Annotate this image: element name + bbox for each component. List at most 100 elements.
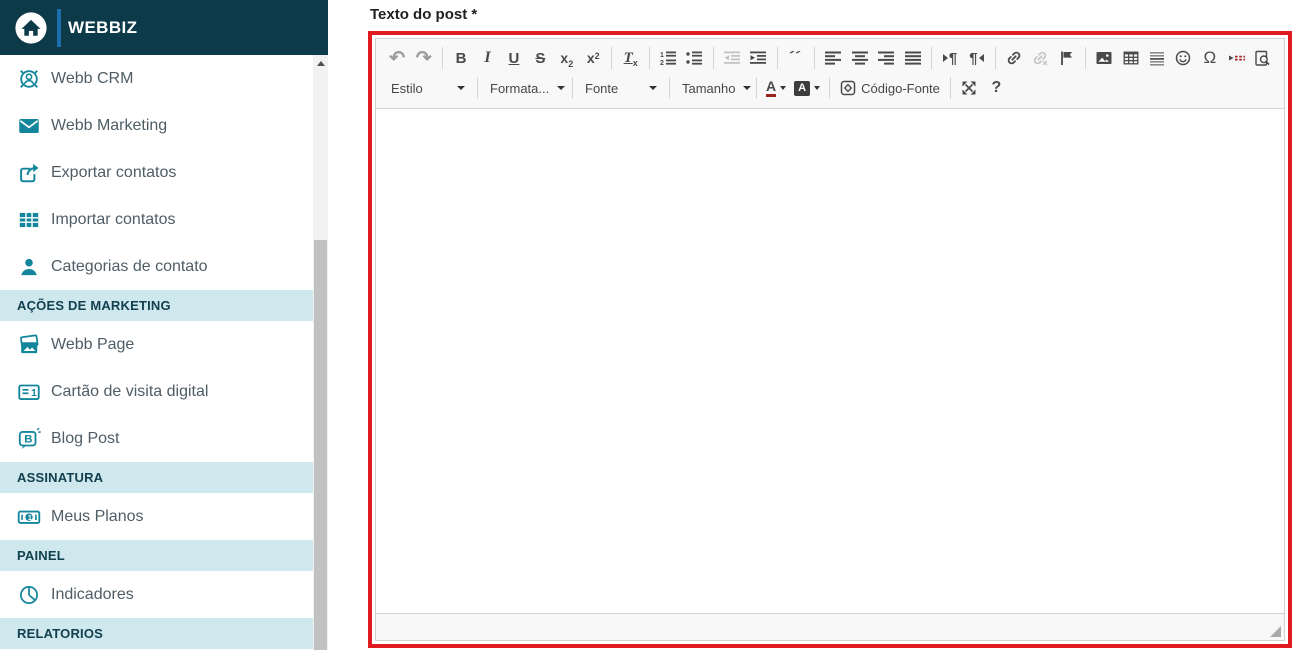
main-content: Texto do post * ↶ ↷ B I U S x2 x2 Tx 1 2… <box>328 0 1293 650</box>
align-right-button[interactable] <box>873 46 899 71</box>
section-label: ASSINATURA <box>17 470 104 485</box>
business-card-icon: 1 <box>18 384 40 400</box>
superscript-icon: x2 <box>586 49 600 66</box>
toolbar-separator <box>669 77 670 99</box>
undo-button[interactable]: ↶ <box>384 46 410 71</box>
horizontal-rule-icon <box>1150 52 1165 66</box>
special-char-icon: Ω <box>1203 48 1217 67</box>
chevron-down-icon <box>814 86 821 90</box>
sidebar-item-importar-contatos[interactable]: Importar contatos <box>0 196 313 243</box>
font-size-dropdown[interactable]: Tamanho <box>675 76 752 100</box>
decrease-indent-button[interactable] <box>719 46 745 71</box>
svg-text:2: 2 <box>660 60 664 66</box>
align-left-button[interactable] <box>820 46 846 71</box>
help-button[interactable]: ? <box>983 76 1010 101</box>
align-center-icon <box>851 51 868 65</box>
toolbar-row-2: Estilo Formata... Fonte Tamanho A A Códi… <box>384 73 1276 103</box>
section-label: PAINEL <box>17 548 65 563</box>
sidebar-item-webb-crm[interactable]: Webb CRM <box>0 55 313 102</box>
editor-content-area[interactable] <box>376 109 1284 613</box>
bulleted-list-button[interactable] <box>681 46 707 71</box>
redo-icon: ↷ <box>415 47 432 69</box>
sidebar-item-label: Importar contatos <box>51 210 176 228</box>
undo-icon: ↶ <box>389 47 406 69</box>
sidebar-item-label: Exportar contatos <box>51 163 177 181</box>
sidebar-item-categorias-de-contato[interactable]: Categorias de contato <box>0 243 313 290</box>
sidebar-item-indicadores[interactable]: Indicadores <box>0 571 313 618</box>
anchor-button[interactable] <box>1054 46 1080 71</box>
sidebar-scrollbar[interactable] <box>313 55 328 650</box>
sidebar-section-acoes-de-marketing: AÇÕES DE MARKETING <box>0 290 313 321</box>
toolbar-separator <box>776 47 778 69</box>
insert-link-button[interactable] <box>1001 46 1027 71</box>
scrollbar-up-arrow-icon[interactable] <box>313 55 328 71</box>
superscript-button[interactable]: x2 <box>580 46 606 71</box>
align-center-button[interactable] <box>846 46 872 71</box>
preview-icon <box>1255 50 1270 66</box>
toolbar-separator <box>648 47 650 69</box>
font-dropdown[interactable]: Fonte <box>578 76 664 100</box>
chevron-down-icon <box>649 86 657 90</box>
subscript-icon: x2 <box>560 49 574 69</box>
insert-smiley-button[interactable] <box>1170 46 1196 71</box>
toolbar-separator <box>611 47 613 69</box>
insert-table-button[interactable] <box>1117 46 1143 71</box>
toolbar-separator <box>441 47 443 69</box>
underline-button[interactable]: U <box>501 46 527 71</box>
blockquote-button[interactable]: ” <box>783 46 809 71</box>
envelope-icon <box>19 118 39 133</box>
sidebar-item-cartao-de-visita-digital[interactable]: 1 Cartão de visita digital <box>0 368 313 415</box>
toolbar-separator <box>829 77 831 99</box>
sidebar-item-blog-post[interactable]: B Blog Post <box>0 415 313 462</box>
page-break-button[interactable] <box>1223 46 1249 71</box>
sidebar-item-meus-planos[interactable]: 1 Meus Planos <box>0 493 313 540</box>
resize-handle[interactable] <box>1270 626 1281 637</box>
sidebar-item-label: Cartão de visita digital <box>51 382 209 400</box>
indent-icon <box>750 51 767 64</box>
source-code-button[interactable]: Código-Fonte <box>835 76 945 101</box>
background-color-button[interactable]: A <box>790 76 824 101</box>
bidi-ltr-icon: ¶ <box>942 50 957 67</box>
bold-button[interactable]: B <box>448 46 474 71</box>
increase-indent-button[interactable] <box>745 46 771 71</box>
sidebar-item-label: Meus Planos <box>51 507 144 525</box>
remove-format-button[interactable]: Tx <box>617 46 643 71</box>
text-color-button[interactable]: A <box>762 76 790 101</box>
source-code-label: Código-Fonte <box>861 80 940 96</box>
image-icon <box>1096 52 1112 64</box>
toolbar-separator <box>1084 47 1086 69</box>
strikethrough-button[interactable]: S <box>527 46 553 71</box>
sidebar-item-webb-marketing[interactable]: Webb Marketing <box>0 102 313 149</box>
scrollbar-thumb[interactable] <box>314 240 327 650</box>
link-icon <box>1007 51 1021 65</box>
subscript-button[interactable]: x2 <box>554 46 580 71</box>
export-arrow-icon <box>20 163 39 182</box>
preview-button[interactable] <box>1250 46 1276 71</box>
section-label: AÇÕES DE MARKETING <box>17 298 171 313</box>
redo-button[interactable]: ↷ <box>410 46 436 71</box>
numbered-list-button[interactable]: 1 2 <box>655 46 681 71</box>
brand-title: WEBBIZ <box>68 17 138 37</box>
italic-button[interactable]: I <box>474 46 500 71</box>
sidebar-item-webb-page[interactable]: Webb Page <box>0 321 313 368</box>
horizontal-rule-button[interactable] <box>1144 46 1170 71</box>
sidebar-item-exportar-contatos[interactable]: Exportar contatos <box>0 149 313 196</box>
field-label-texto-do-post: Texto do post * <box>370 6 478 23</box>
text-direction-ltr-button[interactable]: ¶ <box>937 46 963 71</box>
svg-text:1: 1 <box>28 513 32 522</box>
sidebar-item-label: Webb Marketing <box>51 116 168 134</box>
bold-icon: B <box>455 49 467 67</box>
remove-link-button[interactable] <box>1027 46 1053 71</box>
outdent-icon <box>723 51 740 64</box>
text-direction-rtl-button[interactable]: ¶ <box>963 46 989 71</box>
justify-button[interactable] <box>899 46 925 71</box>
unlink-icon <box>1034 51 1048 66</box>
paragraph-format-dropdown[interactable]: Formata... <box>483 76 567 100</box>
font-dropdown-label: Fonte <box>585 80 619 96</box>
home-icon[interactable] <box>14 11 48 45</box>
special-character-button[interactable]: Ω <box>1197 46 1223 71</box>
table-grid-icon <box>19 212 39 227</box>
style-dropdown[interactable]: Estilo <box>384 76 472 100</box>
insert-image-button[interactable] <box>1091 46 1117 71</box>
maximize-button[interactable] <box>956 76 983 101</box>
